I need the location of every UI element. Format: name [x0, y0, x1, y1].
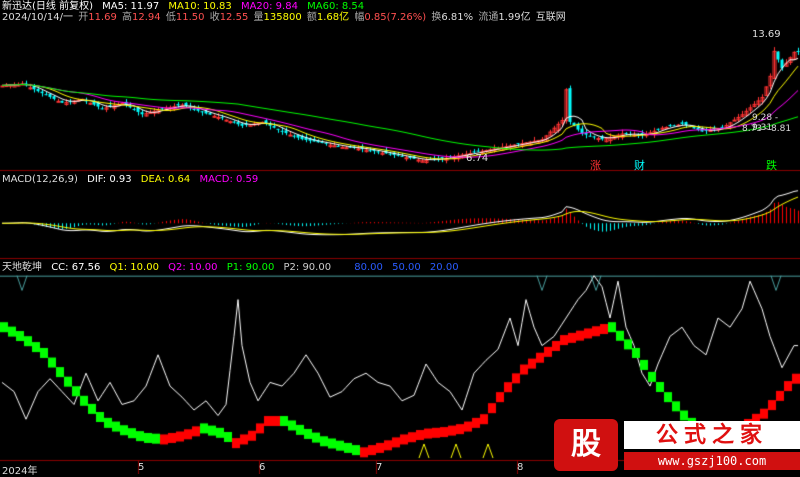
tdqk-header: 天地乾坤 CC: 67.56 Q1: 10.00 Q2: 10.00 P1: 9… [2, 262, 465, 274]
float-value: 流通1.99亿 [478, 12, 531, 23]
amount-value: 额1.68亿 [306, 12, 350, 23]
sector-label: 互联网 [535, 12, 566, 23]
annotation-die: 跌 [766, 159, 777, 172]
tdqk-q1: Q1: 10.00 [109, 262, 159, 273]
stock-title: 新迅达(日线 前复权) [2, 1, 93, 12]
tdqk-l80: 80.00 [354, 262, 383, 273]
high-value: 高12.94 [122, 12, 161, 23]
x-tick-1: 5 [138, 462, 145, 473]
watermark: 股 公式之家 www.gszj100.com [554, 419, 800, 474]
header-row-2: 2024/10/14/一 开11.69 高12.94 低11.50 收12.55… [2, 12, 572, 24]
ma5-label: MA5: 11.97 [102, 1, 160, 12]
annotation-range-2: 8.73 - 8.81 [742, 124, 792, 134]
watermark-url: www.gszj100.com [624, 452, 800, 470]
x-tick-4: 8 [517, 462, 524, 473]
tdqk-p1: P1: 90.00 [226, 262, 275, 273]
ma20-label: MA20: 9.84 [240, 1, 298, 12]
annotation-cai: 财 [634, 159, 645, 172]
tdqk-cc: CC: 67.56 [51, 262, 101, 273]
low-value: 低11.50 [165, 12, 205, 23]
tdqk-l50: 50.00 [392, 262, 421, 273]
watermark-name: 公式之家 [624, 421, 800, 449]
x-tick-0: 2024年 [2, 466, 38, 477]
tdqk-title: 天地乾坤 [2, 262, 42, 273]
x-tick-2: 6 [259, 462, 266, 473]
macd-dea: DEA: 0.64 [140, 174, 191, 185]
close-value: 收12.55 [209, 12, 249, 23]
turnover-value: 换6.81% [431, 12, 474, 23]
tdqk-l20: 20.00 [429, 262, 459, 273]
ma60-label: MA60: 8.54 [307, 1, 365, 12]
volume-value: 量135800 [253, 12, 302, 23]
macd-value: MACD: 0.59 [199, 174, 259, 185]
macd-header: MACD(12,26,9) DIF: 0.93 DEA: 0.64 MACD: … [2, 174, 264, 186]
stock-chart-canvas[interactable] [0, 0, 800, 474]
annotation-high: 13.69 [752, 29, 781, 40]
tdqk-q2: Q2: 10.00 [168, 262, 218, 273]
ma10-label: MA10: 10.83 [168, 1, 232, 12]
tdqk-p2: P2: 90.00 [283, 262, 332, 273]
macd-title: MACD(12,26,9) [2, 174, 78, 185]
x-tick-3: 7 [376, 462, 383, 473]
watermark-logo: 股 [554, 419, 618, 471]
annotation-low: 6.74 [466, 153, 489, 164]
macd-dif: DIF: 0.93 [87, 174, 132, 185]
annotation-zhang: 涨 [590, 159, 601, 172]
date-label: 2024/10/14/一 [2, 12, 74, 23]
open-value: 开11.69 [78, 12, 117, 23]
change-value: 幅0.85(7.26%) [354, 12, 427, 23]
